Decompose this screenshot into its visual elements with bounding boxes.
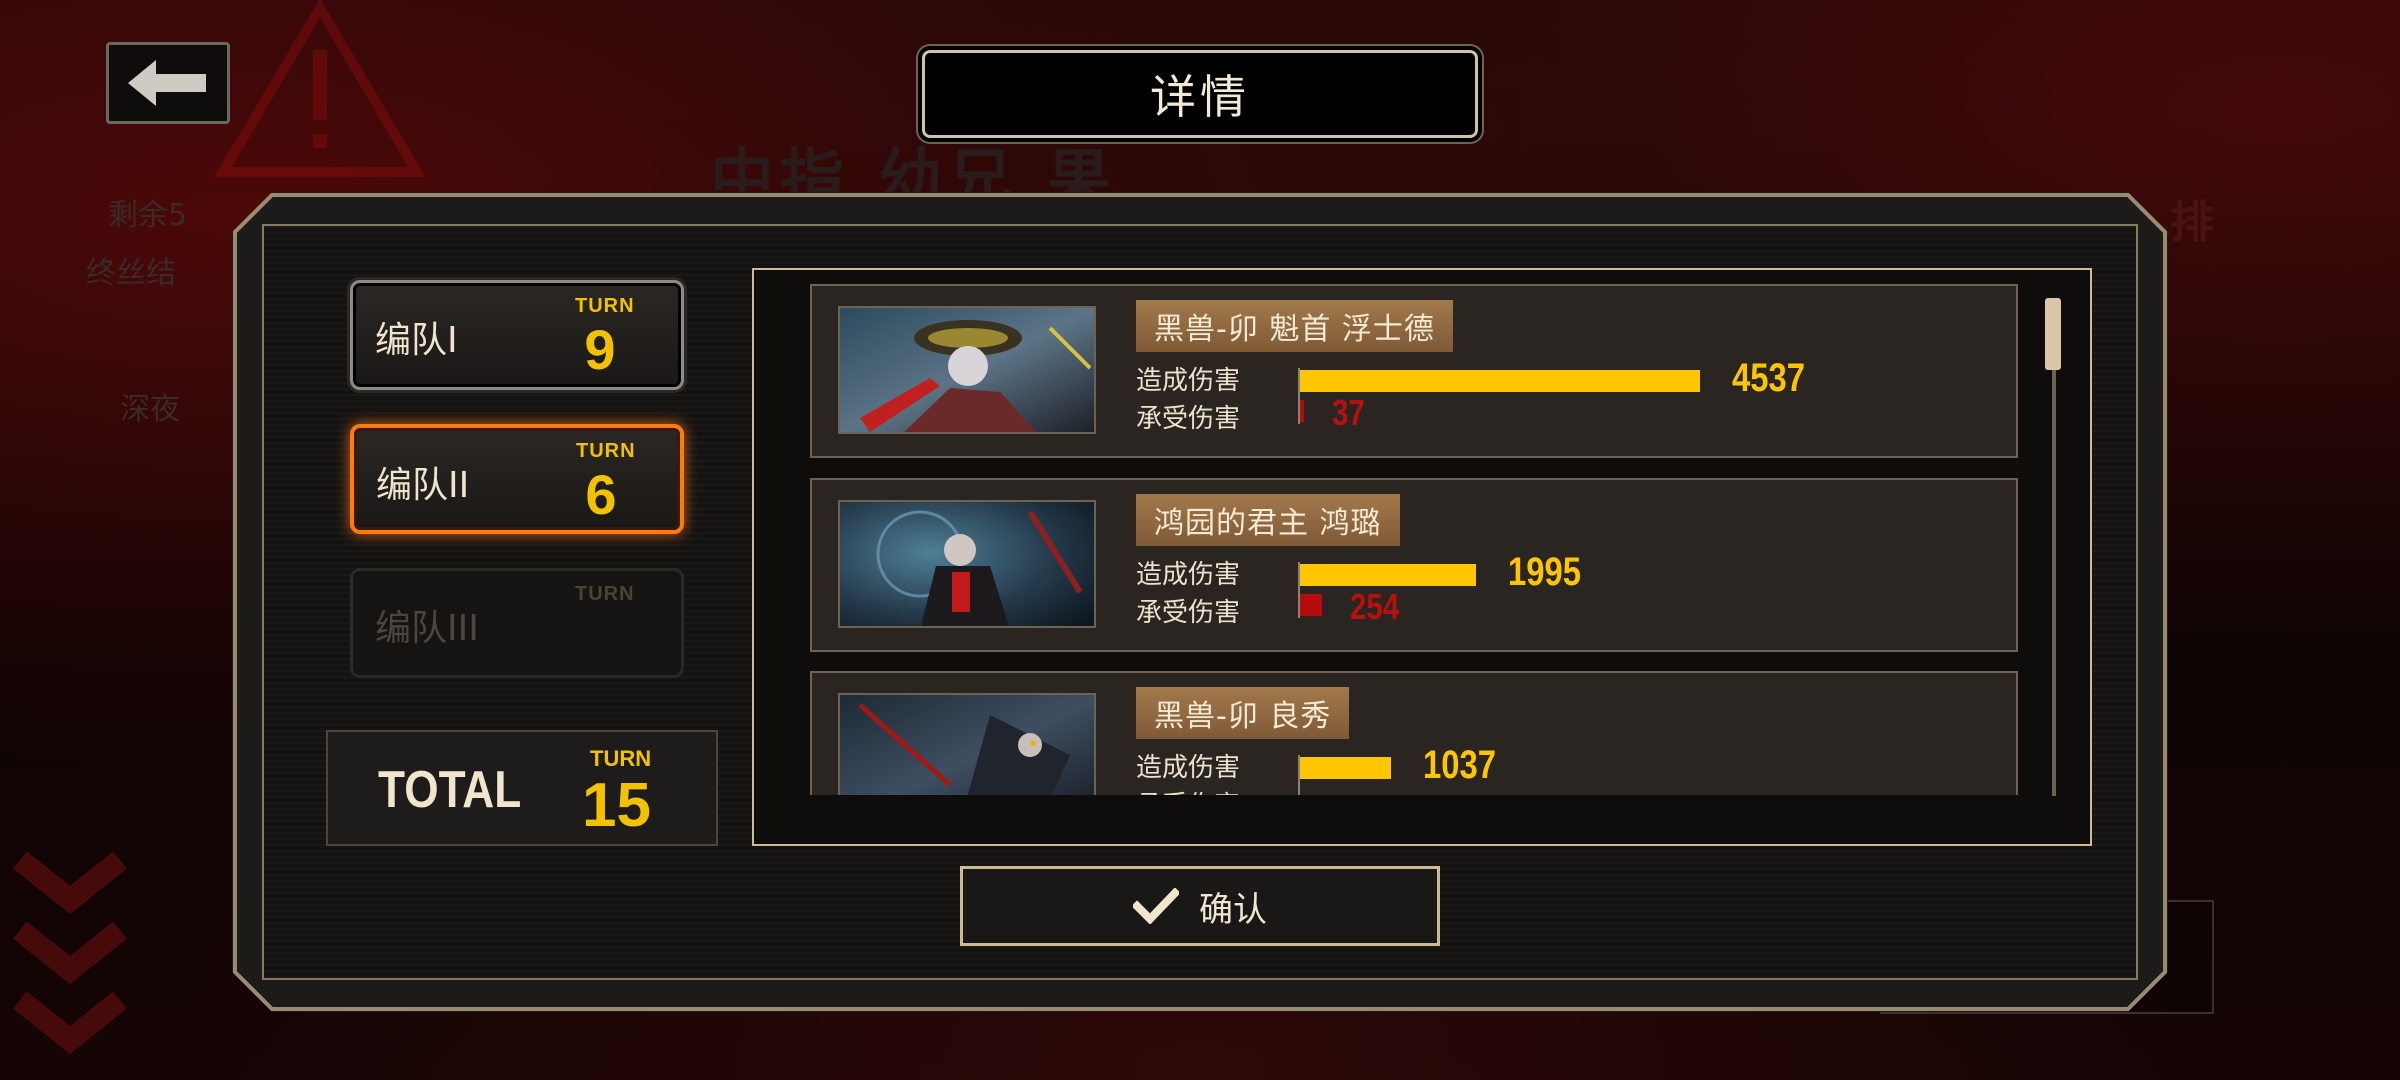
turn-label: TURN [590, 746, 652, 771]
turn-label: TURN [575, 583, 635, 605]
dealt-damage-label: 造成伤害 [1136, 560, 1241, 590]
character-card: 黑兽-卯 良秀 造成伤害 承受伤害 1037 [810, 671, 2018, 795]
confirm-button[interactable]: 确认 [960, 866, 1440, 946]
total-turn-count: 15 [582, 771, 651, 840]
background-label: 排 [2170, 197, 2214, 248]
background-label: 深夜 [120, 392, 180, 427]
taken-damage-value: 254 [1350, 586, 1400, 627]
scrollbar-track[interactable] [2052, 298, 2056, 796]
arrow-left-icon [128, 60, 206, 106]
character-card: 黑兽-卯 魁首 浮士德 造成伤害 承受伤害 4537 37 [810, 284, 2018, 458]
list-viewport: 黑兽-卯 魁首 浮士德 造成伤害 承受伤害 4537 37 鸿园的君主 鸿璐 造… [754, 270, 2054, 795]
check-icon [1133, 888, 1179, 924]
confirm-label: 确认 [1199, 889, 1267, 930]
dealt-damage-value: 1995 [1507, 550, 1581, 594]
character-damage-list[interactable]: 黑兽-卯 魁首 浮士德 造成伤害 承受伤害 4537 37 鸿园的君主 鸿璐 造… [752, 268, 2092, 846]
page-title: 详情 [922, 50, 1478, 138]
turn-label: TURN [575, 295, 635, 317]
taken-damage-value: 37 [1332, 392, 1365, 433]
dealt-damage-value: 4537 [1732, 356, 1805, 400]
taken-damage-label: 承受伤害 [1136, 785, 1240, 795]
chevron-down-icon [13, 851, 127, 1055]
character-portrait [838, 500, 1096, 628]
character-portrait [838, 306, 1096, 434]
warning-triangle-icon [215, 0, 425, 177]
character-card: 鸿园的君主 鸿璐 造成伤害 承受伤害 1995 254 [810, 478, 2018, 652]
dealt-damage-label: 造成伤害 [1136, 366, 1241, 396]
taken-damage-label: 承受伤害 [1136, 404, 1241, 434]
turn-label: TURN [576, 440, 636, 462]
turn-count: 6 [585, 463, 617, 526]
taken-damage-bar [1300, 400, 1304, 422]
background-label: 终丝结 [86, 256, 176, 291]
turn-count: 9 [584, 318, 616, 381]
dealt-damage-bar [1300, 564, 1476, 586]
taken-damage-bar [1300, 594, 1323, 616]
character-name: 黑兽-卯 魁首 浮士德 [1136, 300, 1453, 352]
team-tab-label: 编队I [375, 320, 458, 361]
character-portrait [838, 693, 1096, 795]
dealt-damage-bar [1300, 370, 1700, 392]
team-tab-label: 编队III [375, 608, 479, 649]
team-tab-3: 编队III TURN [350, 568, 684, 678]
dealt-damage-label: 造成伤害 [1136, 753, 1241, 783]
scrollbar-thumb[interactable] [2045, 298, 2061, 370]
team-tab-2[interactable]: 编队II TURN 6 [350, 424, 684, 534]
total-label: TOTAL [378, 761, 522, 819]
taken-damage-label: 承受伤害 [1136, 598, 1241, 628]
team-tab-1[interactable]: 编队I TURN 9 [350, 280, 684, 390]
background-label: 剩余5 [108, 198, 188, 233]
team-tab-label: 编队II [376, 465, 470, 506]
back-button[interactable] [106, 42, 230, 124]
dealt-damage-value: 1037 [1423, 743, 1497, 787]
character-name: 黑兽-卯 良秀 [1136, 687, 1350, 739]
dealt-damage-bar [1300, 757, 1392, 779]
character-name: 鸿园的君主 鸿璐 [1136, 494, 1400, 546]
total-turns: TOTAL TURN 15 [326, 730, 718, 846]
